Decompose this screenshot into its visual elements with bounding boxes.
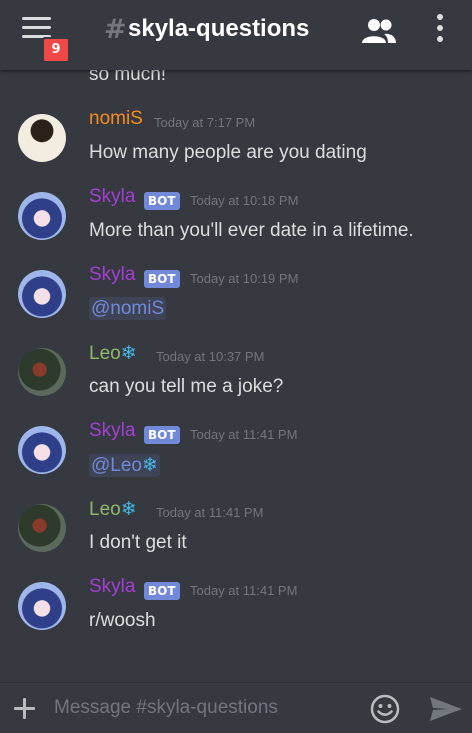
message: Leo❄ Today at 10:37 PM can you tell me a…: [0, 343, 472, 424]
message-content: I don't get it: [89, 532, 187, 553]
avatar[interactable]: [18, 192, 66, 240]
message-author[interactable]: Leo❄: [89, 342, 137, 365]
message-author[interactable]: Skyla: [89, 186, 135, 208]
bot-tag: BOT: [144, 270, 180, 288]
channel-header: 9 # skyla-questions: [0, 0, 472, 70]
bot-tag: BOT: [144, 192, 180, 210]
emoji-icon[interactable]: [370, 694, 400, 724]
channel-name: skyla-questions: [128, 15, 310, 42]
avatar[interactable]: [18, 504, 66, 552]
author-name: Leo: [89, 343, 121, 364]
plus-icon[interactable]: [12, 696, 36, 720]
send-icon[interactable]: [428, 695, 464, 723]
message-content: How many people are you dating: [89, 142, 367, 163]
message-composer: [0, 682, 472, 733]
channel-hash-icon: #: [104, 14, 127, 45]
message: Skyla BOT Today at 10:18 PM More than yo…: [0, 186, 472, 268]
bot-tag: BOT: [144, 426, 180, 444]
message-author[interactable]: Skyla: [89, 264, 135, 286]
message-timestamp: Today at 11:41 PM: [156, 505, 264, 520]
message: Skyla BOT Today at 11:41 PM r/woosh: [0, 576, 472, 658]
snowflake-emoji: ❄: [120, 343, 137, 364]
message-content: can you tell me a joke?: [89, 376, 284, 397]
menu-button[interactable]: 9: [20, 17, 70, 63]
message-timestamp: Today at 11:41 PM: [190, 427, 298, 442]
author-name: Leo: [89, 499, 121, 520]
avatar[interactable]: [18, 270, 66, 318]
message-author[interactable]: Skyla: [89, 576, 135, 598]
avatar[interactable]: [18, 348, 66, 396]
message-content: @Leo❄: [89, 454, 160, 477]
avatar[interactable]: [18, 582, 66, 630]
user-mention[interactable]: @nomiS: [89, 297, 167, 320]
message-content: More than you'll ever date in a lifetime…: [89, 220, 414, 241]
snowflake-emoji: ❄: [120, 499, 137, 520]
message-timestamp: Today at 11:41 PM: [190, 583, 298, 598]
avatar[interactable]: [18, 114, 66, 162]
message: Leo❄ Today at 11:41 PM I don't get it: [0, 499, 472, 580]
message-author[interactable]: Skyla: [89, 420, 135, 442]
message-content: r/woosh: [89, 610, 156, 631]
unread-badge: 9: [42, 37, 70, 63]
message-timestamp: Today at 10:19 PM: [190, 271, 299, 286]
message-timestamp: Today at 7:17 PM: [154, 115, 256, 130]
message: nomiS Today at 7:17 PM How many people a…: [0, 108, 472, 190]
message-content: @nomiS: [89, 297, 167, 320]
avatar[interactable]: [18, 426, 66, 474]
message-author[interactable]: nomiS: [89, 108, 143, 130]
user-mention[interactable]: @Leo❄: [89, 454, 160, 477]
more-vertical-icon[interactable]: [432, 14, 448, 44]
message-timestamp: Today at 10:37 PM: [156, 349, 265, 364]
message-timestamp: Today at 10:18 PM: [190, 193, 299, 208]
bot-tag: BOT: [144, 582, 180, 600]
message: Skyla BOT Today at 10:19 PM @nomiS: [0, 264, 472, 346]
snowflake-emoji: ❄: [142, 455, 158, 476]
members-icon[interactable]: [360, 17, 398, 45]
message-author[interactable]: Leo❄: [89, 498, 137, 521]
message: Skyla BOT Today at 11:41 PM @Leo❄: [0, 420, 472, 502]
message-list: so much! nomiS Today at 7:17 PM How many…: [0, 0, 472, 680]
message-input[interactable]: [50, 695, 358, 721]
mention-name: @Leo: [91, 455, 142, 476]
